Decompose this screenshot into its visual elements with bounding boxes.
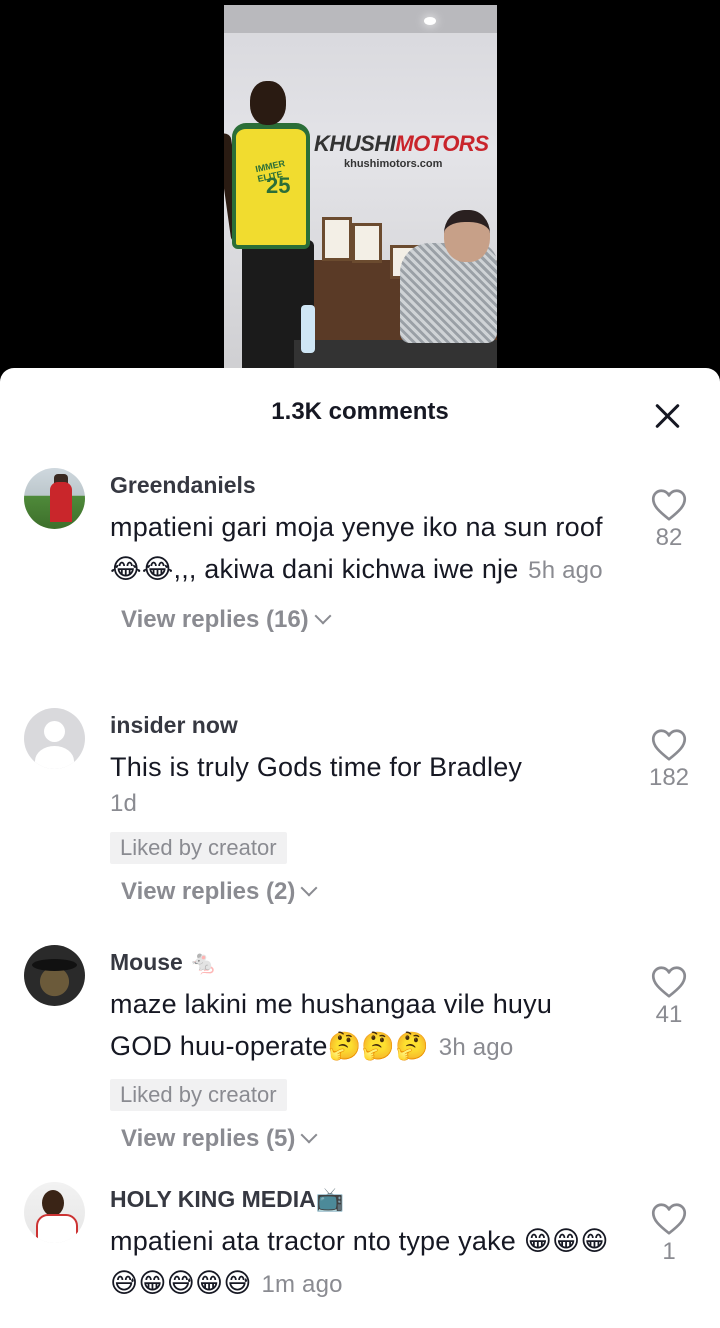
chevron-down-icon — [300, 879, 318, 897]
video-sign: KHUSHIMOTORS — [314, 131, 489, 157]
view-replies-label: View replies (5) — [121, 1125, 296, 1152]
video-seated-man — [400, 243, 497, 343]
view-replies-button[interactable]: View replies (16) — [121, 606, 620, 634]
view-replies-label: View replies (2) — [121, 878, 296, 905]
video-water-bottle — [301, 305, 315, 353]
chevron-down-icon — [300, 1126, 318, 1144]
comment-text: mpatieni gari moja yenye iko na sun roof… — [110, 506, 620, 592]
video-player[interactable]: KHUSHIMOTORS khushimotors.com IMMER ELIT… — [224, 5, 497, 373]
avatar[interactable] — [24, 945, 85, 1006]
comment-username[interactable]: insider now — [110, 710, 620, 740]
like-count: 82 — [655, 524, 683, 551]
like-button[interactable]: 1 — [640, 1202, 698, 1266]
like-button[interactable]: 182 — [640, 728, 698, 792]
sign-brand-b: MOTORS — [395, 131, 489, 156]
liked-by-creator-badge: Liked by creator — [110, 1079, 287, 1111]
comment-body: Greendaniels mpatieni gari moja yenye ik… — [110, 468, 620, 634]
comment-username[interactable]: Greendaniels — [110, 470, 620, 500]
comments-header: 1.3K comments — [0, 368, 720, 458]
close-icon[interactable] — [654, 402, 682, 430]
heart-icon — [651, 966, 687, 998]
avatar[interactable] — [24, 468, 85, 529]
like-button[interactable]: 82 — [640, 488, 698, 552]
video-player-jersey: IMMER ELITE 25 — [232, 123, 310, 249]
view-replies-button[interactable]: View replies (5) — [121, 1125, 620, 1153]
heart-icon — [651, 489, 687, 521]
video-sign-url: khushimotors.com — [344, 158, 443, 170]
liked-by-creator-badge: Liked by creator — [110, 832, 287, 864]
video-player-head — [250, 81, 286, 125]
like-count: 41 — [655, 1001, 683, 1028]
chevron-down-icon — [314, 607, 332, 625]
comment-body: HOLY KING MEDIA📺 mpatieni ata tractor nt… — [110, 1182, 620, 1306]
jersey-number: 25 — [266, 173, 291, 198]
comment-username[interactable]: HOLY KING MEDIA📺 — [110, 1184, 620, 1214]
comment-timestamp: 3h ago — [438, 1034, 514, 1061]
sign-brand-a: KHUSHI — [314, 131, 396, 156]
video-ceiling — [224, 5, 497, 33]
video-seated-man-head — [444, 210, 490, 262]
heart-icon — [651, 729, 687, 761]
comment-body: Mouse 🐁 maze lakini me hushangaa vile hu… — [110, 945, 620, 1153]
comment-text: This is truly Gods time for Bradley 1d — [110, 746, 620, 822]
view-replies-button[interactable]: View replies (2) — [121, 878, 620, 906]
comment-body: insider now This is truly Gods time for … — [110, 708, 620, 906]
comment-timestamp: 1d — [110, 790, 138, 817]
avatar[interactable] — [24, 708, 85, 769]
comments-count-title: 1.3K comments — [271, 398, 449, 425]
view-replies-label: View replies (16) — [121, 606, 309, 633]
like-count: 1 — [662, 1238, 676, 1265]
video-ceiling-light — [424, 17, 436, 25]
avatar[interactable] — [24, 1182, 85, 1243]
comment-text: maze lakini me hushangaa vile huyu GOD h… — [110, 983, 620, 1069]
comment-text: mpatieni ata tractor nto type yake 😁😁😁😅😁… — [110, 1220, 620, 1306]
heart-icon — [651, 1203, 687, 1235]
comment-username[interactable]: Mouse 🐁 — [110, 947, 620, 977]
comment-timestamp: 1m ago — [261, 1271, 343, 1298]
video-wall-frame — [322, 217, 352, 261]
comment-timestamp: 5h ago — [528, 557, 603, 584]
like-button[interactable]: 41 — [640, 965, 698, 1029]
comment-text-content: This is truly Gods time for Bradley — [110, 752, 523, 782]
comment-text-content: mpatieni ata tractor nto type yake 😁😁😁😅😁… — [110, 1226, 609, 1298]
video-wall-frame — [352, 223, 382, 263]
like-count: 182 — [648, 764, 690, 791]
